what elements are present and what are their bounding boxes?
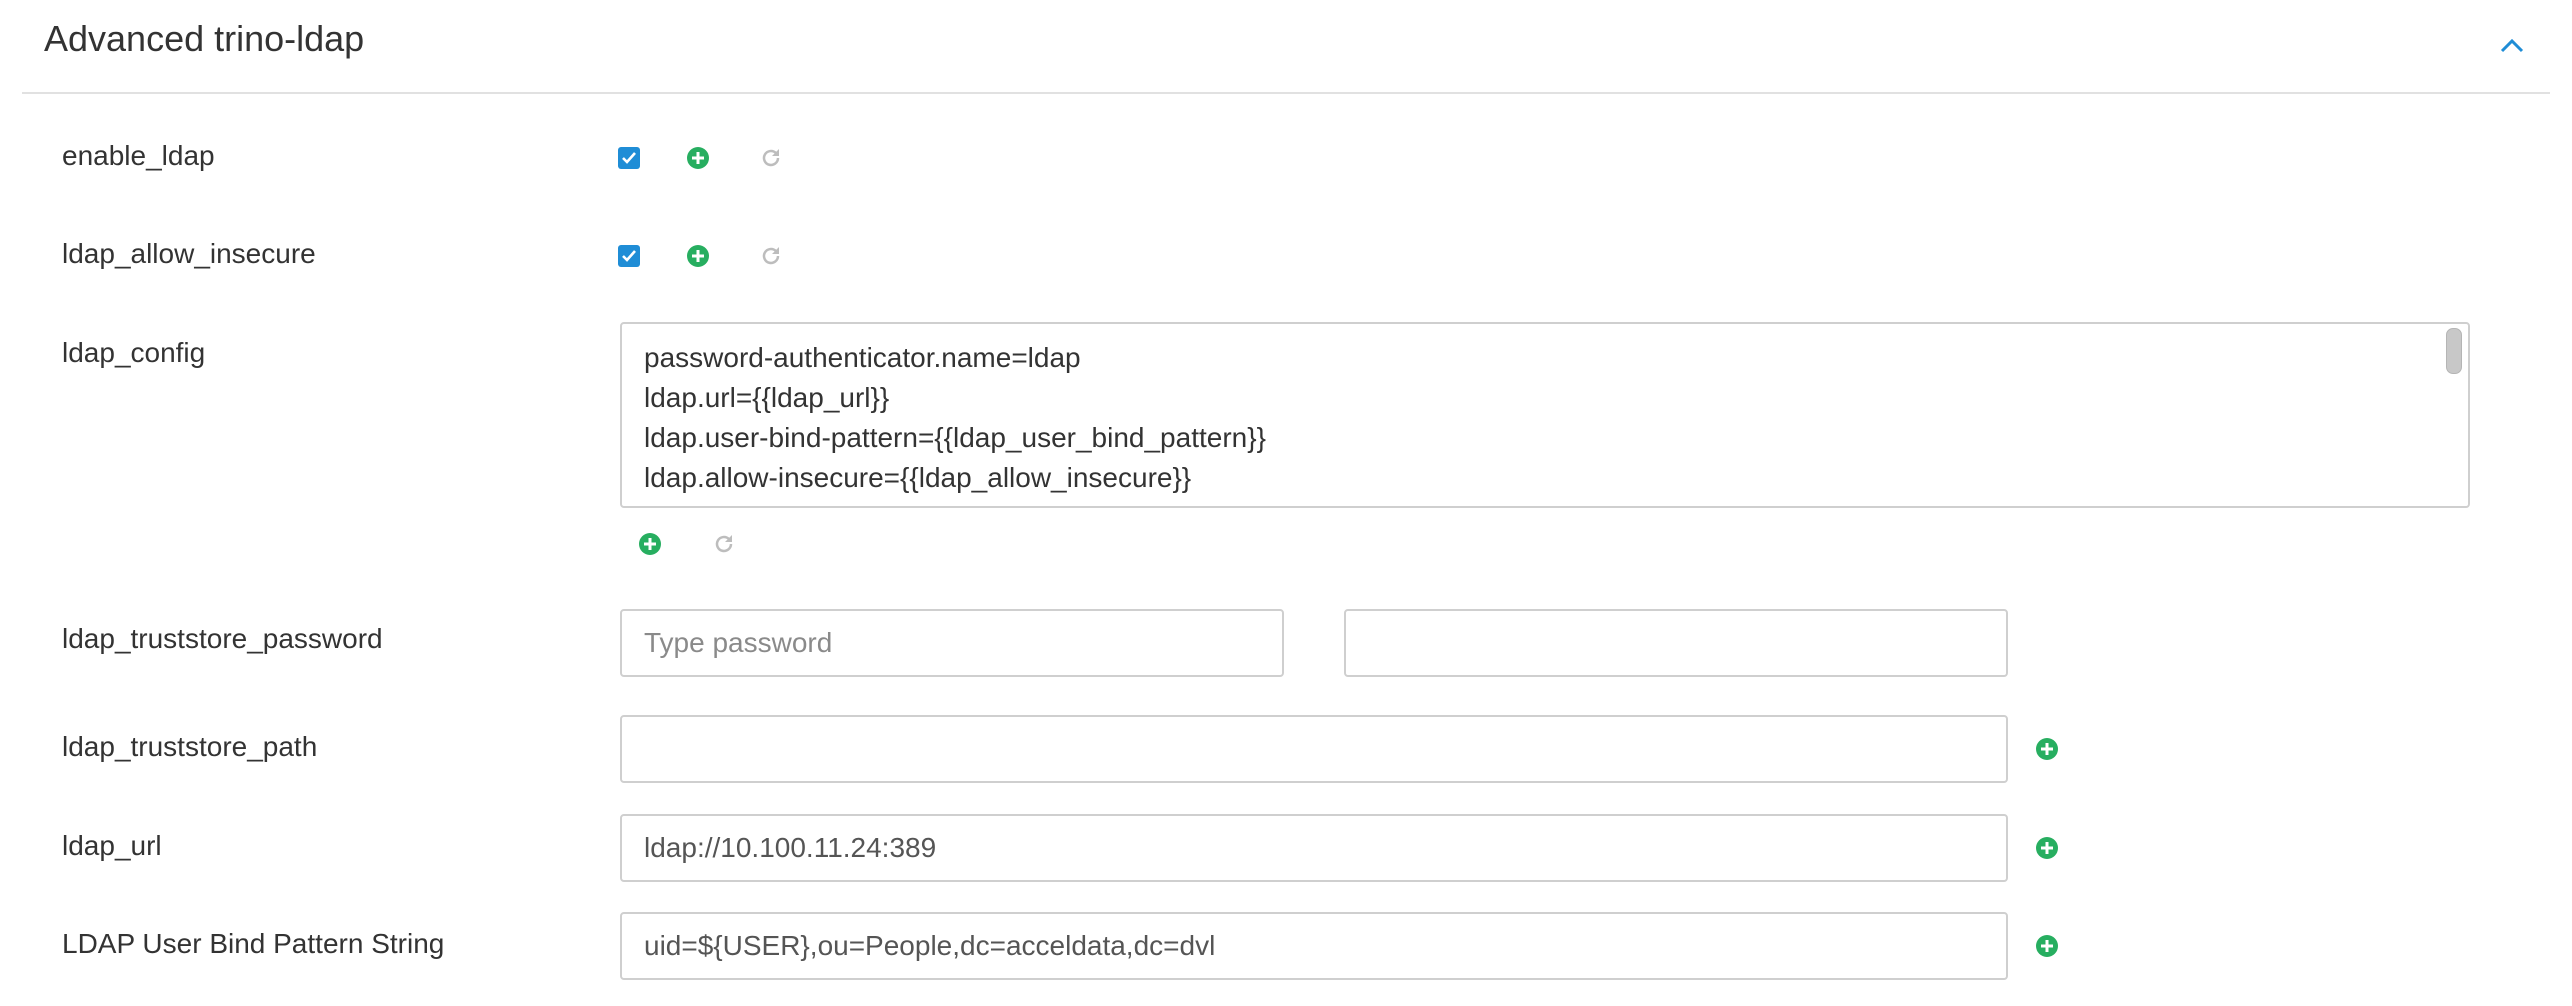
refresh-icon[interactable] [712, 532, 736, 556]
ldap-url-field[interactable]: ldap://10.100.11.24:389 [620, 814, 2008, 882]
panel-header: Advanced trino-ldap [22, 0, 2550, 94]
ldap-truststore-path-label: ldap_truststore_path [62, 731, 318, 762]
password-confirm-field[interactable] [1344, 609, 2008, 677]
ldap-user-bind-pattern-label: LDAP User Bind Pattern String [62, 928, 445, 959]
ldap-url-label: ldap_url [62, 830, 162, 861]
config-line: ldap.allow-insecure={{ldap_allow_insecur… [644, 462, 1192, 493]
plus-circle-icon[interactable] [686, 244, 710, 268]
ldap-config-label: ldap_config [62, 337, 206, 368]
enable-ldap-label: enable_ldap [62, 140, 215, 171]
config-line: ldap.url={{ldap_url}} [644, 382, 890, 413]
scrollbar-thumb[interactable] [2446, 328, 2462, 374]
truststore-path-field[interactable] [620, 715, 2008, 783]
ldap-config-textarea[interactable]: password-authenticator.name=ldap ldap.ur… [620, 322, 2470, 508]
ldap-allow-insecure-label: ldap_allow_insecure [62, 238, 316, 269]
ldap-truststore-password-label: ldap_truststore_password [62, 623, 383, 654]
config-line: password-authenticator.name=ldap [644, 342, 1081, 373]
ldap-allow-insecure-checkbox[interactable] [618, 245, 640, 267]
ldap-user-bind-pattern-field[interactable]: uid=${USER},ou=People,dc=acceldata,dc=dv… [620, 912, 2008, 980]
plus-circle-icon[interactable] [638, 532, 662, 556]
plus-circle-icon[interactable] [2035, 737, 2059, 761]
enable-ldap-checkbox[interactable] [618, 147, 640, 169]
plus-circle-icon[interactable] [2035, 836, 2059, 860]
refresh-icon[interactable] [759, 146, 783, 170]
chevron-up-icon[interactable] [2494, 28, 2530, 64]
password-field[interactable]: Type password [620, 609, 1284, 677]
panel-title: Advanced trino-ldap [44, 18, 365, 59]
config-line: ldap.user-bind-pattern={{ldap_user_bind_… [644, 422, 1266, 453]
plus-circle-icon[interactable] [2035, 934, 2059, 958]
resize-grip-icon[interactable] [2452, 490, 2466, 504]
config-line: {% if ldap_truststore_path %} [644, 498, 2446, 506]
plus-circle-icon[interactable] [686, 146, 710, 170]
refresh-icon[interactable] [759, 244, 783, 268]
